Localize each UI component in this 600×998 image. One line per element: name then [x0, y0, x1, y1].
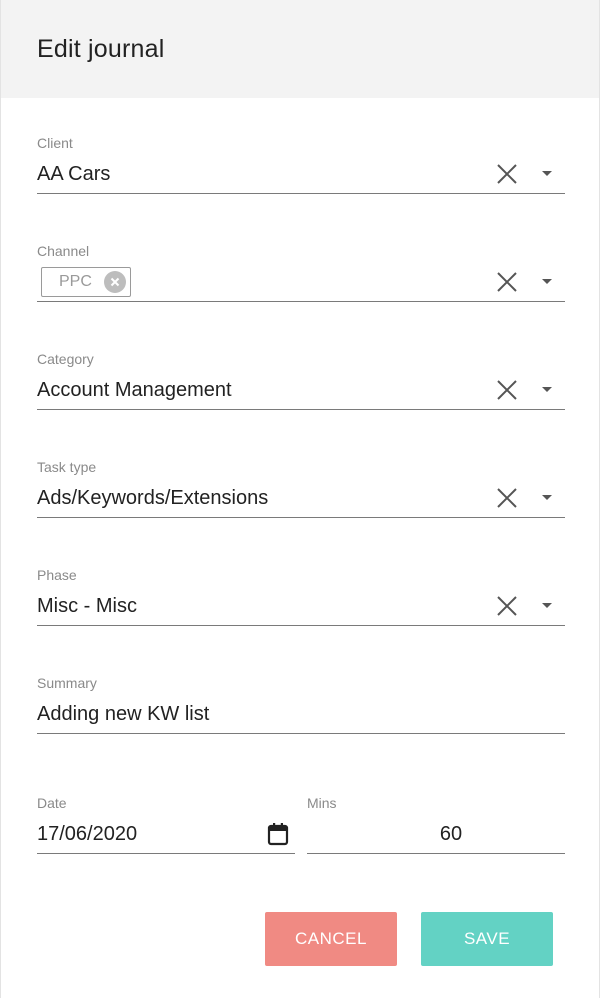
date-input[interactable]: 17/06/2020	[37, 815, 295, 854]
cancel-button[interactable]: CANCEL	[265, 912, 397, 966]
channel-clear-icon[interactable]	[495, 270, 519, 294]
channel-caret-down-icon[interactable]	[537, 270, 557, 294]
task-type-select[interactable]: Ads/Keywords/Extensions	[37, 479, 565, 518]
mins-label: Mins	[307, 795, 337, 811]
close-circle-icon[interactable]	[103, 271, 126, 293]
channel-label: Channel	[37, 243, 90, 259]
category-clear-icon[interactable]	[495, 378, 519, 402]
save-button[interactable]: SAVE	[421, 912, 553, 966]
phase-value: Misc - Misc	[37, 594, 137, 617]
client-caret-down-icon[interactable]	[537, 162, 557, 186]
summary-value: Adding new KW list	[37, 702, 210, 725]
task-type-value: Ads/Keywords/Extensions	[37, 486, 269, 509]
edit-journal-dialog: Edit journal Client AA Cars Channel PPC	[0, 0, 600, 998]
channel-select[interactable]: PPC	[37, 263, 565, 302]
summary-input[interactable]: Adding new KW list	[37, 695, 565, 734]
task-type-clear-icon[interactable]	[495, 486, 519, 510]
task-type-label: Task type	[37, 459, 97, 475]
summary-label: Summary	[37, 675, 97, 691]
phase-clear-icon[interactable]	[495, 594, 519, 618]
phase-caret-down-icon[interactable]	[537, 594, 557, 618]
phase-label: Phase	[37, 567, 77, 583]
mins-input[interactable]: 60	[307, 815, 565, 854]
task-type-caret-down-icon[interactable]	[537, 486, 557, 510]
channel-chip-label: PPC	[59, 273, 92, 290]
channel-chip: PPC	[41, 267, 131, 297]
client-label: Client	[37, 135, 73, 151]
category-label: Category	[37, 351, 94, 367]
mins-value: 60	[439, 822, 463, 845]
dialog-header: Edit journal	[1, 0, 599, 98]
client-value: AA Cars	[37, 162, 111, 185]
date-label: Date	[37, 795, 67, 811]
calendar-icon[interactable]	[265, 820, 291, 848]
channel-chips: PPC	[37, 267, 495, 297]
dialog-title: Edit journal	[37, 34, 165, 63]
client-clear-icon[interactable]	[495, 162, 519, 186]
client-select[interactable]: AA Cars	[37, 155, 565, 194]
category-value: Account Management	[37, 378, 232, 401]
phase-select[interactable]: Misc - Misc	[37, 587, 565, 626]
category-select[interactable]: Account Management	[37, 371, 565, 410]
category-caret-down-icon[interactable]	[537, 378, 557, 402]
date-value: 17/06/2020	[37, 822, 138, 845]
